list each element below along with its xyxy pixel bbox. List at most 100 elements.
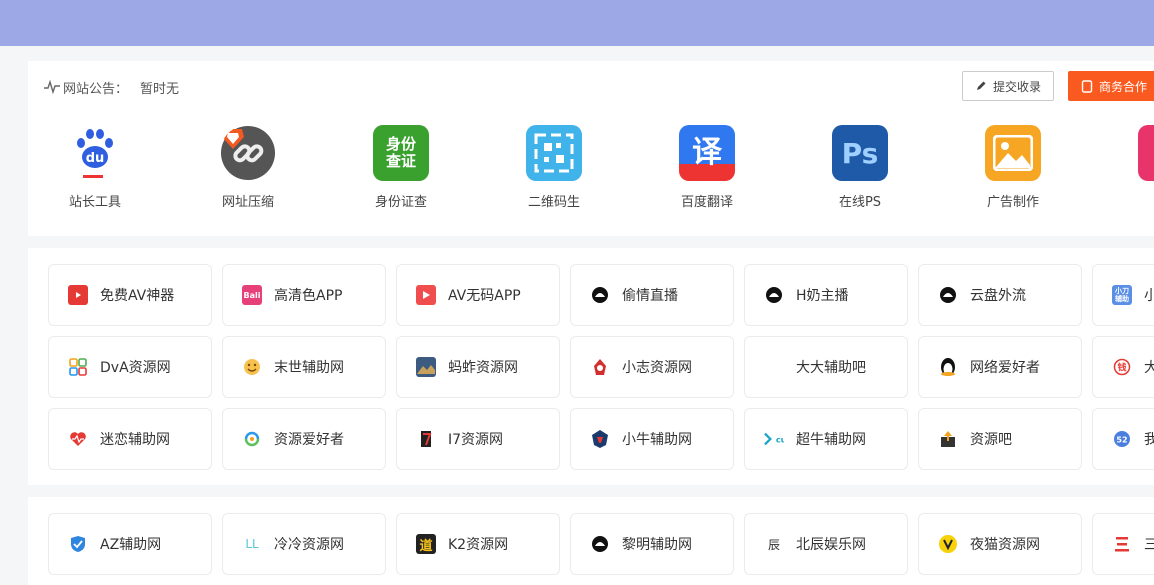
link-tile[interactable]: 网络爱好者 [918, 336, 1082, 398]
site-notice: 网站公告： 暂时无 [44, 77, 179, 97]
link-tile-label: I7资源网 [448, 432, 504, 448]
ll-logo-icon: LL [245, 537, 259, 551]
link-tile-label: 超牛辅助网 [796, 432, 866, 448]
link-tile[interactable]: 免费AV神器 [48, 264, 212, 326]
links-card-1: 免费AV神器 Bali 高清色APP AV无码APP 偷情直播 H奶主播 云盘外流 小刀 辅助小… [28, 248, 1154, 485]
link-tile[interactable]: cu 超牛辅助网 [744, 408, 908, 470]
link-tile[interactable]: AV无码APP [396, 264, 560, 326]
link-tile[interactable]: 末世辅助网 [222, 336, 386, 398]
link-tile[interactable]: 大大辅助吧 [744, 336, 908, 398]
link-tile[interactable]: 资源爱好者 [222, 408, 386, 470]
shield-icon [68, 534, 88, 554]
seven-logo-icon [416, 429, 436, 449]
link-tile[interactable]: 52 我 [1092, 408, 1154, 470]
grid-squares-icon [68, 357, 88, 377]
link-tile[interactable]: 迷恋辅助网 [48, 408, 212, 470]
id-check-icon: 身份 查证 [373, 125, 429, 181]
app-shortcut-label: 百度翻译 [680, 195, 733, 210]
circle-logo-icon [590, 534, 610, 554]
notice-text: 暂时无 [140, 81, 180, 97]
blue-circle-icon: 52 [1112, 429, 1132, 449]
app-shortcut[interactable]: Ps 在线PS [810, 125, 910, 210]
link-tile[interactable]: 小刀 辅助小 [1092, 264, 1154, 326]
link-tile[interactable]: I7资源网 [396, 408, 560, 470]
link-tile-label: 小志资源网 [622, 360, 692, 376]
chain-link-icon [220, 125, 276, 181]
link-tile-label: 冷冷资源网 [274, 537, 344, 553]
link-tile-label: DvA资源网 [100, 360, 171, 376]
link-tile-label: 云盘外流 [970, 288, 1026, 304]
dao-logo-icon: 道 [416, 534, 436, 554]
app-shortcut[interactable]: 领 [1116, 125, 1154, 210]
business-cooperation-button[interactable]: 商务合作 [1068, 71, 1154, 101]
link-tile[interactable]: LL 冷冷资源网 [222, 513, 386, 575]
baidu-translate-icon: 译 [679, 125, 735, 181]
link-tile[interactable]: 夜猫资源网 [918, 513, 1082, 575]
svg-text:du: du [86, 151, 105, 166]
app-shortcut-label: 在线PS [838, 195, 882, 210]
app-shortcut[interactable]: 二维码生 [504, 125, 604, 210]
link-tile[interactable]: 蚂蚱资源网 [396, 336, 560, 398]
link-tile-label: AV无码APP [448, 288, 521, 304]
link-tile[interactable]: Bali 高清色APP [222, 264, 386, 326]
link-tile-label: 大 [1144, 360, 1154, 376]
app-shortcut[interactable]: du 站长工具 [45, 125, 145, 210]
notice-label: 网站公告： [63, 81, 129, 97]
app-shortcut[interactable]: 译百度翻译 [657, 125, 757, 210]
calligraphy-icon: 辰 [767, 537, 780, 552]
link-tile[interactable]: 道 K2资源网 [396, 513, 560, 575]
link-tile[interactable]: 钱大 [1092, 336, 1154, 398]
svg-text:52: 52 [1116, 436, 1127, 445]
link-tile-label: 资源吧 [970, 432, 1012, 448]
yellow-logo-icon [938, 534, 958, 554]
image-icon [985, 125, 1041, 181]
app-icon [1138, 125, 1154, 181]
link-tile[interactable]: 小牛辅助网 [570, 408, 734, 470]
circle-logo-icon [590, 285, 610, 305]
link-tile[interactable]: 偷情直播 [570, 264, 734, 326]
app-shortcut-label: 二维码生 [527, 195, 580, 210]
app-shortcut-label: 身份证查 [374, 195, 427, 210]
upload-box-icon [938, 429, 958, 449]
link-tile-label: 我 [1144, 432, 1154, 448]
link-tile-label: 三 [1144, 537, 1154, 553]
app-shortcut-label: 网址压缩 [221, 195, 274, 210]
red-three-icon [1112, 534, 1132, 554]
link-tile[interactable]: 小志资源网 [570, 336, 734, 398]
link-tile-label: H奶主播 [796, 288, 849, 304]
app-shortcut[interactable]: 网址压缩 [198, 125, 298, 210]
link-tile-label: 大大辅助吧 [796, 360, 866, 376]
submit-site-label: 提交收录 [993, 79, 1042, 94]
link-tile-label: 末世辅助网 [274, 360, 344, 376]
app-shortcut[interactable]: 身份 查证 身份证查 [351, 125, 451, 210]
photoshop-icon: Ps [832, 125, 888, 181]
link-tile[interactable]: 黎明辅助网 [570, 513, 734, 575]
link-tile[interactable]: 辰 北辰娱乐网 [744, 513, 908, 575]
blank-icon [764, 357, 784, 377]
link-tile[interactable]: 三 [1092, 513, 1154, 575]
links-card-2: AZ辅助网 LL 冷冷资源网 道 K2资源网 黎明辅助网 辰 北辰娱乐网 夜猫资源网 三 [28, 497, 1154, 585]
link-tile[interactable]: AZ辅助网 [48, 513, 212, 575]
link-tile-label: K2资源网 [448, 537, 509, 553]
link-tile[interactable]: 云盘外流 [918, 264, 1082, 326]
link-tile[interactable]: H奶主播 [744, 264, 908, 326]
bull-logo-icon [590, 429, 610, 449]
link-tile-label: 资源爱好者 [274, 432, 344, 448]
top-banner [0, 0, 1154, 46]
red-badge-icon: 钱 [1112, 357, 1132, 377]
pink-app-icon: Bali [242, 285, 262, 305]
app-shortcut[interactable]: 广告制作 [963, 125, 1063, 210]
baidu-paw-icon: du [67, 125, 123, 181]
app-shortcut-label: 领 [1116, 191, 1154, 210]
blue-app-icon: 小刀 辅助 [1112, 285, 1132, 305]
landscape-icon [416, 357, 436, 377]
circle-logo-icon [938, 285, 958, 305]
link-tile[interactable]: DvA资源网 [48, 336, 212, 398]
link-tile-label: 夜猫资源网 [970, 537, 1040, 553]
play-icon [68, 285, 88, 305]
link-tile-label: 蚂蚱资源网 [448, 360, 518, 376]
link-tile[interactable]: 资源吧 [918, 408, 1082, 470]
submit-site-button[interactable]: 提交收录 [962, 71, 1054, 101]
red-play-icon [416, 285, 436, 305]
document-icon [1081, 79, 1093, 93]
